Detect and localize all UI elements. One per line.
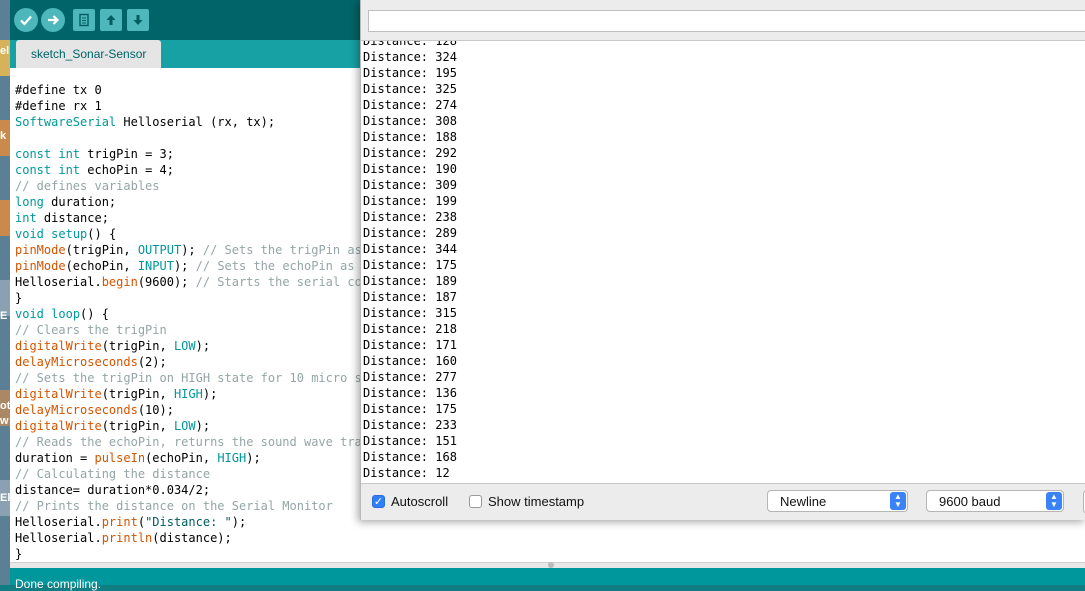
desktop-label: el [0,45,10,57]
arrow-right-icon [48,15,60,25]
desktop-label: w [0,415,9,427]
code-line: Helloserial.println(distance); [15,531,232,545]
serial-line: Distance: 168 [363,450,457,464]
serial-line: Distance: 325 [363,82,457,96]
serial-monitor-window: Distance: 128 Distance: 324 Distance: 195 D… [360,0,1085,520]
serial-output[interactable]: Distance: 128 Distance: 324 Distance: 195 D… [361,40,1085,484]
serial-line: Distance: 289 [363,226,457,240]
serial-line: Distance: 344 [363,242,457,256]
arrow-down-icon [133,15,143,25]
desktop-label: E [0,310,8,322]
serial-line: Distance: 175 [363,402,457,416]
line-ending-select[interactable]: Newline ▲ ▼ [767,490,908,512]
desktop-edge: el k E ot w El [0,0,10,585]
new-sketch-button[interactable] [73,9,95,31]
serial-line: Distance: 151 [363,434,457,448]
desktop-label: El [0,492,11,504]
serial-line: Distance: 12 [363,466,450,480]
status-bar: Done compiling. [10,568,1085,591]
serial-line: Distance: 309 [363,178,457,192]
verify-button[interactable] [14,8,38,32]
line-ending-value: Newline [780,494,827,509]
serial-line: Distance: 190 [363,162,457,176]
desktop-label: ot [0,400,11,412]
serial-line: Distance: 136 [363,386,457,400]
save-sketch-button[interactable] [127,9,149,31]
serial-line: Distance: 233 [363,418,457,432]
serial-line: Distance: 195 [363,66,457,80]
serial-line: Distance: 274 [363,98,457,112]
serial-line: Distance: 187 [363,290,457,304]
show-timestamp-checkbox[interactable] [469,495,482,508]
serial-line: Distance: 308 [363,114,457,128]
checkmark-icon [20,15,32,26]
chevron-updown-icon: ▲ ▼ [1046,492,1062,510]
chevron-updown-icon: ▲ ▼ [890,492,906,510]
baud-rate-value: 9600 baud [939,494,1001,509]
show-timestamp-label: Show timestamp [488,494,585,509]
autoscroll-label: Autoscroll [391,494,449,509]
open-sketch-button[interactable] [100,9,122,31]
serial-footer: ✓ Autoscroll Show timestamp Newline ▲ ▼ 9… [361,482,1085,520]
autoscroll-checkbox[interactable]: ✓ [372,495,385,508]
serial-line: Distance: 160 [363,354,457,368]
serial-line: Distance: 199 [363,194,457,208]
status-text: Done compiling. [15,577,102,591]
serial-line: Distance: 277 [363,370,457,384]
arrow-up-icon [106,15,116,25]
serial-line: Distance: 315 [363,306,457,320]
serial-line: Distance: 324 [363,50,457,64]
serial-send-input[interactable] [368,10,1085,32]
desktop-label: k [0,130,7,142]
serial-line: Distance: 238 [363,210,457,224]
serial-line: Distance: 218 [363,322,457,336]
serial-line: Distance: 175 [363,258,457,272]
desktop-file-icon[interactable] [0,200,10,236]
new-file-icon [79,13,89,27]
baud-rate-select[interactable]: 9600 baud ▲ ▼ [926,490,1064,512]
serial-line: Distance: 128 [363,40,457,48]
serial-line: Distance: 188 [363,130,457,144]
serial-line: Distance: 171 [363,338,457,352]
code-line: } [15,547,23,561]
serial-line: Distance: 292 [363,146,457,160]
tab-sketch[interactable]: sketch_Sonar-Sensor [16,40,162,68]
serial-output-lines: Distance: 128 Distance: 324 Distance: 195 D… [363,40,457,481]
serial-line: Distance: 189 [363,274,457,288]
upload-button[interactable] [41,8,65,32]
